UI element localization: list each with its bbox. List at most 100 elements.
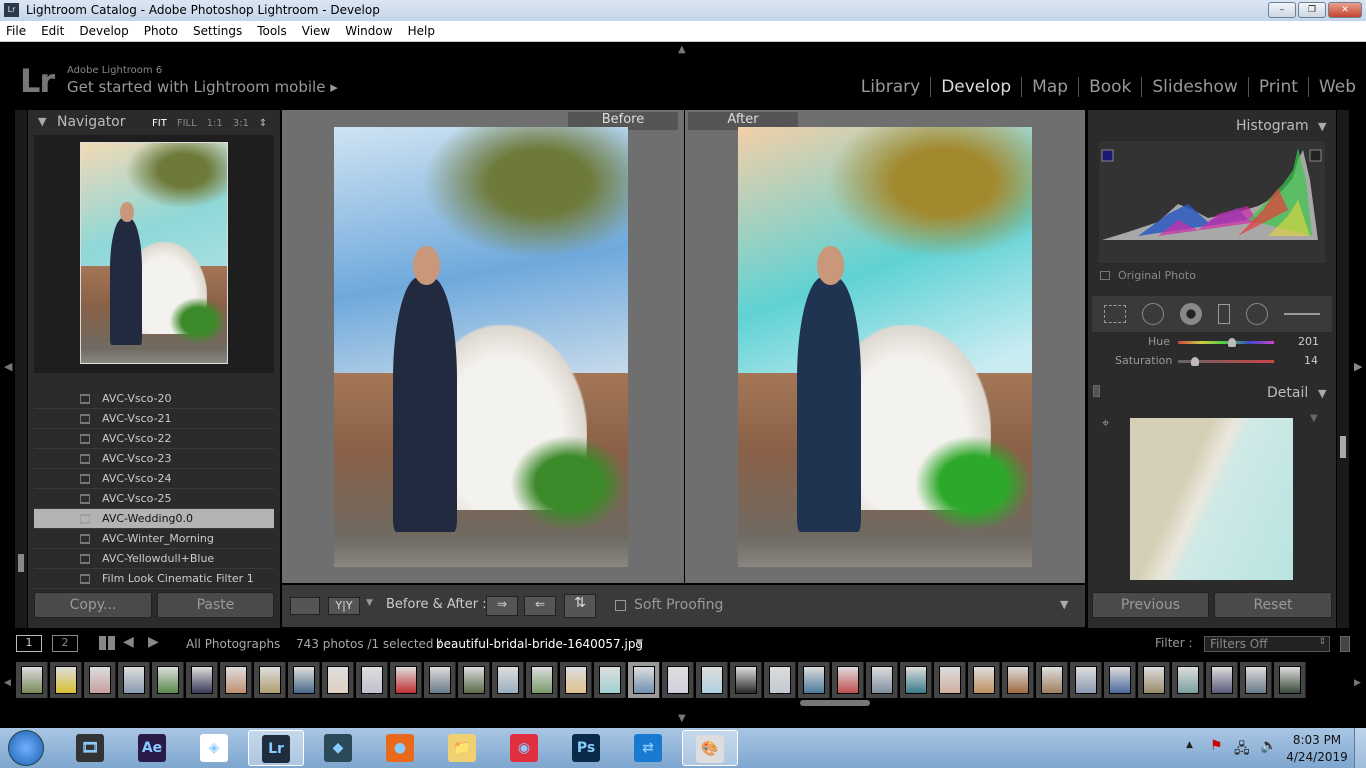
module-web[interactable]: Web bbox=[1307, 77, 1366, 97]
taskbar-app-teamviewer[interactable]: ⇄ bbox=[620, 730, 676, 766]
filmstrip-left-icon[interactable]: ◀ bbox=[4, 678, 11, 688]
filmstrip-thumbnail[interactable] bbox=[594, 662, 626, 698]
view-dropdown-icon[interactable]: ▼ bbox=[366, 598, 373, 608]
main-window-button[interactable]: 1 bbox=[16, 635, 42, 652]
network-icon[interactable]: 🖧 bbox=[1234, 738, 1250, 762]
loupe-view-button[interactable] bbox=[290, 597, 320, 615]
filmstrip-thumbnail[interactable] bbox=[832, 662, 864, 698]
detail-collapse-icon[interactable]: ▼ bbox=[1318, 387, 1326, 400]
filmstrip-thumbnail[interactable] bbox=[866, 662, 898, 698]
filmstrip-thumbnail[interactable] bbox=[50, 662, 82, 698]
histogram-chart[interactable] bbox=[1098, 140, 1326, 264]
filter-select[interactable]: Filters Off ⇕ bbox=[1204, 636, 1330, 652]
saturation-value[interactable]: 14 bbox=[1304, 354, 1318, 367]
navigator-collapse-icon[interactable]: ▼ bbox=[38, 115, 46, 128]
paste-button[interactable]: Paste bbox=[157, 592, 274, 618]
filmstrip-thumbnail[interactable] bbox=[424, 662, 456, 698]
grid-icon[interactable] bbox=[99, 636, 115, 650]
filmstrip-thumbnail[interactable] bbox=[900, 662, 932, 698]
filename-dropdown-icon[interactable]: ▼ bbox=[636, 638, 643, 648]
back-arrow-icon[interactable]: ◀ bbox=[123, 634, 134, 650]
panel-switch-icon[interactable] bbox=[1093, 385, 1100, 397]
filmstrip-right-icon[interactable]: ▶ bbox=[1354, 678, 1361, 688]
filmstrip-thumbnail[interactable] bbox=[560, 662, 592, 698]
filmstrip-thumbnail[interactable] bbox=[356, 662, 388, 698]
menu-edit[interactable]: Edit bbox=[41, 24, 64, 38]
left-scrollbar[interactable] bbox=[15, 110, 27, 628]
menu-photo[interactable]: Photo bbox=[144, 24, 178, 38]
before-photo[interactable] bbox=[334, 127, 628, 567]
filmstrip-thumbnail[interactable] bbox=[662, 662, 694, 698]
close-button[interactable]: ✕ bbox=[1328, 2, 1362, 18]
module-book[interactable]: Book bbox=[1078, 77, 1141, 97]
filmstrip-thumbnail[interactable] bbox=[628, 662, 660, 698]
action-center-icon[interactable]: ⚑ bbox=[1210, 738, 1223, 754]
taskbar-app-ps[interactable]: Ps bbox=[558, 730, 614, 766]
clock-date[interactable]: 4/24/2019 bbox=[1286, 750, 1348, 764]
minimize-button[interactable]: – bbox=[1268, 2, 1296, 18]
collapse-right-icon[interactable]: ▶ bbox=[1354, 360, 1362, 373]
module-library[interactable]: Library bbox=[851, 77, 930, 97]
menu-tools[interactable]: Tools bbox=[257, 24, 287, 38]
filmstrip-thumbnail[interactable] bbox=[458, 662, 490, 698]
adjustment-brush-icon[interactable] bbox=[1284, 313, 1320, 315]
copy-button[interactable]: Copy... bbox=[34, 592, 152, 618]
collapse-top-icon[interactable]: ▲ bbox=[678, 44, 686, 55]
module-develop[interactable]: Develop bbox=[930, 77, 1021, 97]
module-print[interactable]: Print bbox=[1247, 77, 1308, 97]
module-map[interactable]: Map bbox=[1021, 77, 1078, 97]
preset-item[interactable]: AVC-Vsco-24 bbox=[34, 469, 274, 489]
taskbar-app-sketch[interactable]: ◈ bbox=[186, 730, 242, 766]
hue-value[interactable]: 201 bbox=[1298, 335, 1319, 348]
filmstrip-thumbnail[interactable] bbox=[1104, 662, 1136, 698]
preset-item[interactable]: Film Look Cinematic Filter 1 bbox=[34, 569, 274, 589]
filmstrip-thumbnail[interactable] bbox=[798, 662, 830, 698]
preset-item[interactable]: AVC-Vsco-23 bbox=[34, 449, 274, 469]
filmstrip-thumbnail[interactable] bbox=[1036, 662, 1068, 698]
filmstrip-thumbnail[interactable] bbox=[934, 662, 966, 698]
taskbar-app-paint[interactable]: 🎨 bbox=[682, 730, 738, 766]
zoom-fit[interactable]: FIT bbox=[152, 118, 167, 129]
start-button[interactable] bbox=[8, 730, 44, 766]
menu-help[interactable]: Help bbox=[408, 24, 435, 38]
filmstrip-thumbnail[interactable] bbox=[526, 662, 558, 698]
menu-settings[interactable]: Settings bbox=[193, 24, 242, 38]
filmstrip-thumbnail[interactable] bbox=[1070, 662, 1102, 698]
detail-preview[interactable] bbox=[1130, 418, 1293, 580]
reset-button[interactable]: Reset bbox=[1214, 592, 1332, 618]
crop-tool-icon[interactable] bbox=[1104, 305, 1126, 323]
target-icon[interactable]: ⌖ bbox=[1102, 416, 1109, 431]
preset-item[interactable]: AVC-Vsco-21 bbox=[34, 409, 274, 429]
taskbar-app-firefox[interactable]: ● bbox=[372, 730, 428, 766]
filmstrip-thumbnail[interactable] bbox=[492, 662, 524, 698]
collapse-bottom-icon[interactable]: ▼ bbox=[678, 713, 686, 724]
preset-item[interactable]: AVC-Vsco-20 bbox=[34, 389, 274, 409]
volume-icon[interactable]: 🔈 bbox=[1260, 738, 1277, 754]
filmstrip-thumbnail[interactable] bbox=[696, 662, 728, 698]
zoom-fill[interactable]: FILL bbox=[177, 118, 197, 129]
taskbar-app-recorder[interactable]: ◉ bbox=[496, 730, 552, 766]
taskbar-app-explorer[interactable]: 📁 bbox=[434, 730, 490, 766]
copy-after-to-before-icon[interactable]: ⇐ bbox=[524, 596, 556, 616]
navigator-preview[interactable] bbox=[34, 135, 274, 373]
filmstrip-thumbnail[interactable] bbox=[1206, 662, 1238, 698]
filmstrip-thumbnail[interactable] bbox=[1138, 662, 1170, 698]
zoom-menu-icon[interactable]: ⇕ bbox=[259, 118, 267, 129]
collapse-left-icon[interactable]: ◀ bbox=[4, 360, 12, 373]
filmstrip-thumbnail[interactable] bbox=[16, 662, 48, 698]
filename[interactable]: beautiful-bridal-bride-1640057.jpg bbox=[436, 637, 643, 651]
saturation-slider[interactable] bbox=[1178, 357, 1274, 366]
spot-removal-icon[interactable] bbox=[1142, 303, 1164, 325]
forward-arrow-icon[interactable]: ▶ bbox=[148, 634, 159, 650]
filmstrip-thumbnail[interactable] bbox=[1274, 662, 1306, 698]
preset-item[interactable]: AVC-Yellowdull+Blue bbox=[34, 549, 274, 569]
menu-file[interactable]: File bbox=[6, 24, 26, 38]
histogram-collapse-icon[interactable]: ▼ bbox=[1318, 120, 1326, 133]
preset-item[interactable]: AVC-Winter_Morning bbox=[34, 529, 274, 549]
zoom-1-1[interactable]: 1:1 bbox=[207, 118, 223, 129]
filmstrip-thumbnail[interactable] bbox=[1002, 662, 1034, 698]
filmstrip-thumbnail[interactable] bbox=[186, 662, 218, 698]
filmstrip-thumbnail[interactable] bbox=[764, 662, 796, 698]
menu-view[interactable]: View bbox=[302, 24, 330, 38]
taskbar-app-filmora[interactable]: ◆ bbox=[310, 730, 366, 766]
